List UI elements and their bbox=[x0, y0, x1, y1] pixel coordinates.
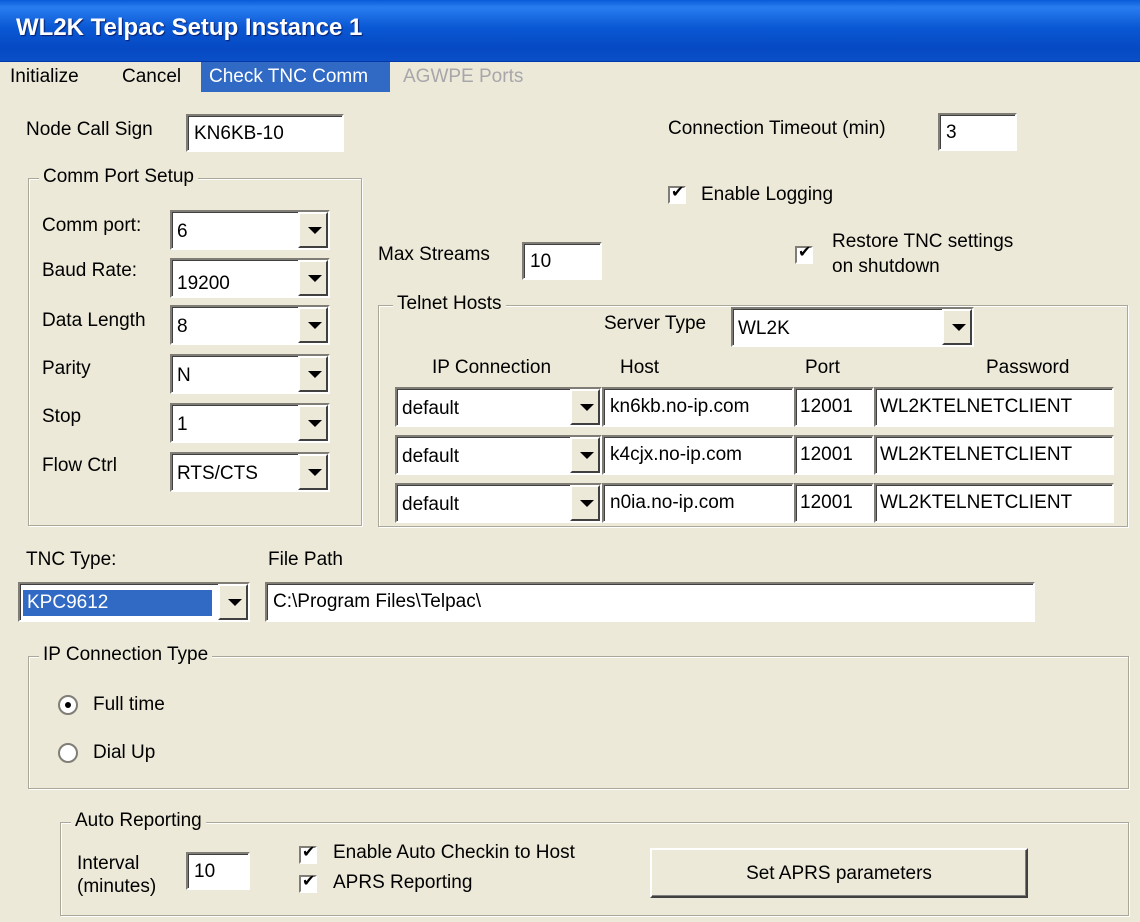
menu-cancel[interactable]: Cancel bbox=[114, 62, 189, 92]
connection-timeout-label: Connection Timeout (min) bbox=[668, 118, 886, 139]
ip-connection-select-row3[interactable]: default bbox=[395, 483, 602, 523]
radio-dot-icon bbox=[65, 702, 71, 708]
parity-select[interactable]: N bbox=[170, 354, 330, 394]
checkmark-icon: ✔ bbox=[798, 244, 812, 261]
port-input-row3[interactable]: 12001 bbox=[794, 483, 874, 523]
host-input-row2[interactable]: k4cjx.no-ip.com bbox=[602, 435, 794, 475]
port-input-row1[interactable]: 12001 bbox=[794, 387, 874, 427]
max-streams-label: Max Streams bbox=[378, 244, 490, 265]
host-input-row1[interactable]: kn6kb.no-ip.com bbox=[602, 387, 794, 427]
connection-timeout-input[interactable]: 3 bbox=[938, 113, 1017, 151]
baud-rate-value: 19200 bbox=[177, 273, 230, 294]
auto-checkin-checkbox[interactable]: ✔ bbox=[299, 844, 317, 864]
enable-logging-label: Enable Logging bbox=[701, 184, 834, 205]
ip-connection-value: default bbox=[402, 446, 460, 467]
password-input-row3[interactable]: WL2KTELNETCLIENT bbox=[874, 483, 1114, 523]
file-path-label: File Path bbox=[268, 549, 343, 570]
chevron-down-icon[interactable] bbox=[570, 437, 600, 473]
interval-label-line1: Interval bbox=[77, 853, 140, 874]
checkmark-icon: ✔ bbox=[671, 184, 685, 201]
window-title: WL2K Telpac Setup Instance 1 bbox=[16, 14, 363, 41]
enable-logging-checkbox[interactable]: ✔ bbox=[668, 184, 686, 204]
server-type-value: WL2K bbox=[738, 318, 790, 339]
set-aprs-parameters-label: Set APRS parameters bbox=[746, 863, 932, 884]
chevron-down-icon[interactable] bbox=[298, 356, 328, 392]
menu-bar: Initialize Cancel Check TNC Comm AGWPE P… bbox=[0, 62, 1140, 92]
title-bar[interactable]: WL2K Telpac Setup Instance 1 bbox=[0, 0, 1140, 62]
dial-up-radio[interactable] bbox=[58, 743, 78, 763]
chevron-down-icon[interactable] bbox=[942, 309, 972, 345]
interval-label-line2: (minutes) bbox=[77, 876, 157, 897]
password-input-row2[interactable]: WL2KTELNETCLIENT bbox=[874, 435, 1114, 475]
port-header: Port bbox=[805, 357, 840, 378]
chevron-down-icon[interactable] bbox=[570, 485, 600, 521]
chevron-down-icon[interactable] bbox=[570, 389, 600, 425]
password-input-row1[interactable]: WL2KTELNETCLIENT bbox=[874, 387, 1114, 427]
ip-connection-header: IP Connection bbox=[432, 357, 552, 378]
node-call-sign-label: Node Call Sign bbox=[26, 119, 153, 140]
menu-initialize[interactable]: Initialize bbox=[2, 62, 87, 92]
tnc-type-value: KPC9612 bbox=[23, 590, 212, 616]
aprs-reporting-label: APRS Reporting bbox=[333, 872, 473, 893]
flow-ctrl-label: Flow Ctrl bbox=[42, 455, 117, 476]
host-header: Host bbox=[620, 357, 660, 378]
ip-connection-type-title: IP Connection Type bbox=[39, 644, 213, 666]
server-type-label: Server Type bbox=[604, 313, 707, 334]
comm-port-setup-title: Comm Port Setup bbox=[39, 166, 198, 188]
ip-connection-select-row1[interactable]: default bbox=[395, 387, 602, 427]
tnc-type-select[interactable]: KPC9612 bbox=[18, 582, 250, 622]
ip-connection-type-group: IP Connection Type bbox=[28, 644, 1129, 789]
stop-value: 1 bbox=[177, 414, 188, 435]
password-header: Password bbox=[986, 357, 1070, 378]
baud-rate-select[interactable]: 19200 bbox=[170, 258, 330, 298]
baud-rate-label: Baud Rate: bbox=[42, 260, 138, 281]
host-input-row3[interactable]: n0ia.no-ip.com bbox=[602, 483, 794, 523]
stop-label: Stop bbox=[42, 406, 82, 427]
parity-label: Parity bbox=[42, 358, 91, 379]
flow-ctrl-value: RTS/CTS bbox=[177, 463, 258, 484]
interval-input[interactable]: 10 bbox=[186, 852, 250, 890]
stop-select[interactable]: 1 bbox=[170, 403, 330, 443]
data-length-value: 8 bbox=[177, 316, 188, 337]
chevron-down-icon[interactable] bbox=[298, 454, 328, 490]
max-streams-input[interactable]: 10 bbox=[522, 242, 602, 280]
checkmark-icon: ✔ bbox=[302, 873, 316, 890]
auto-checkin-label: Enable Auto Checkin to Host bbox=[333, 842, 575, 863]
set-aprs-parameters-button[interactable]: Set APRS parameters bbox=[650, 848, 1028, 898]
chevron-down-icon[interactable] bbox=[298, 212, 328, 248]
restore-tnc-checkbox[interactable]: ✔ bbox=[795, 244, 813, 264]
restore-tnc-label-line1: Restore TNC settings bbox=[832, 231, 1014, 252]
full-time-label: Full time bbox=[93, 694, 165, 715]
chevron-down-icon[interactable] bbox=[298, 260, 328, 296]
file-path-input[interactable]: C:\Program Files\Telpac\ bbox=[265, 582, 1035, 622]
data-length-label: Data Length bbox=[42, 310, 146, 331]
parity-value: N bbox=[177, 365, 191, 386]
server-type-select[interactable]: WL2K bbox=[731, 307, 974, 347]
menu-check-tnc-comm[interactable]: Check TNC Comm bbox=[201, 62, 390, 92]
restore-tnc-label-line2: on shutdown bbox=[832, 256, 940, 277]
port-input-row2[interactable]: 12001 bbox=[794, 435, 874, 475]
checkmark-icon: ✔ bbox=[302, 844, 316, 861]
flow-ctrl-select[interactable]: RTS/CTS bbox=[170, 452, 330, 492]
comm-port-select[interactable]: 6 bbox=[170, 210, 330, 250]
aprs-reporting-checkbox[interactable]: ✔ bbox=[299, 873, 317, 893]
telnet-hosts-title: Telnet Hosts bbox=[393, 293, 506, 315]
node-call-sign-input[interactable]: KN6KB-10 bbox=[186, 114, 344, 152]
comm-port-value: 6 bbox=[177, 221, 188, 242]
tnc-type-label: TNC Type: bbox=[26, 549, 117, 570]
ip-connection-select-row2[interactable]: default bbox=[395, 435, 602, 475]
dial-up-label: Dial Up bbox=[93, 742, 156, 763]
setup-window: WL2K Telpac Setup Instance 1 Initialize … bbox=[0, 0, 1140, 922]
full-time-radio[interactable] bbox=[58, 695, 78, 715]
chevron-down-icon[interactable] bbox=[298, 307, 328, 343]
ip-connection-value: default bbox=[402, 398, 460, 419]
chevron-down-icon[interactable] bbox=[218, 584, 248, 620]
chevron-down-icon[interactable] bbox=[298, 405, 328, 441]
data-length-select[interactable]: 8 bbox=[170, 305, 330, 345]
menu-agwpe-ports[interactable]: AGWPE Ports bbox=[395, 62, 531, 92]
comm-port-label: Comm port: bbox=[42, 215, 142, 236]
auto-reporting-title: Auto Reporting bbox=[71, 810, 206, 832]
ip-connection-value: default bbox=[402, 494, 460, 515]
